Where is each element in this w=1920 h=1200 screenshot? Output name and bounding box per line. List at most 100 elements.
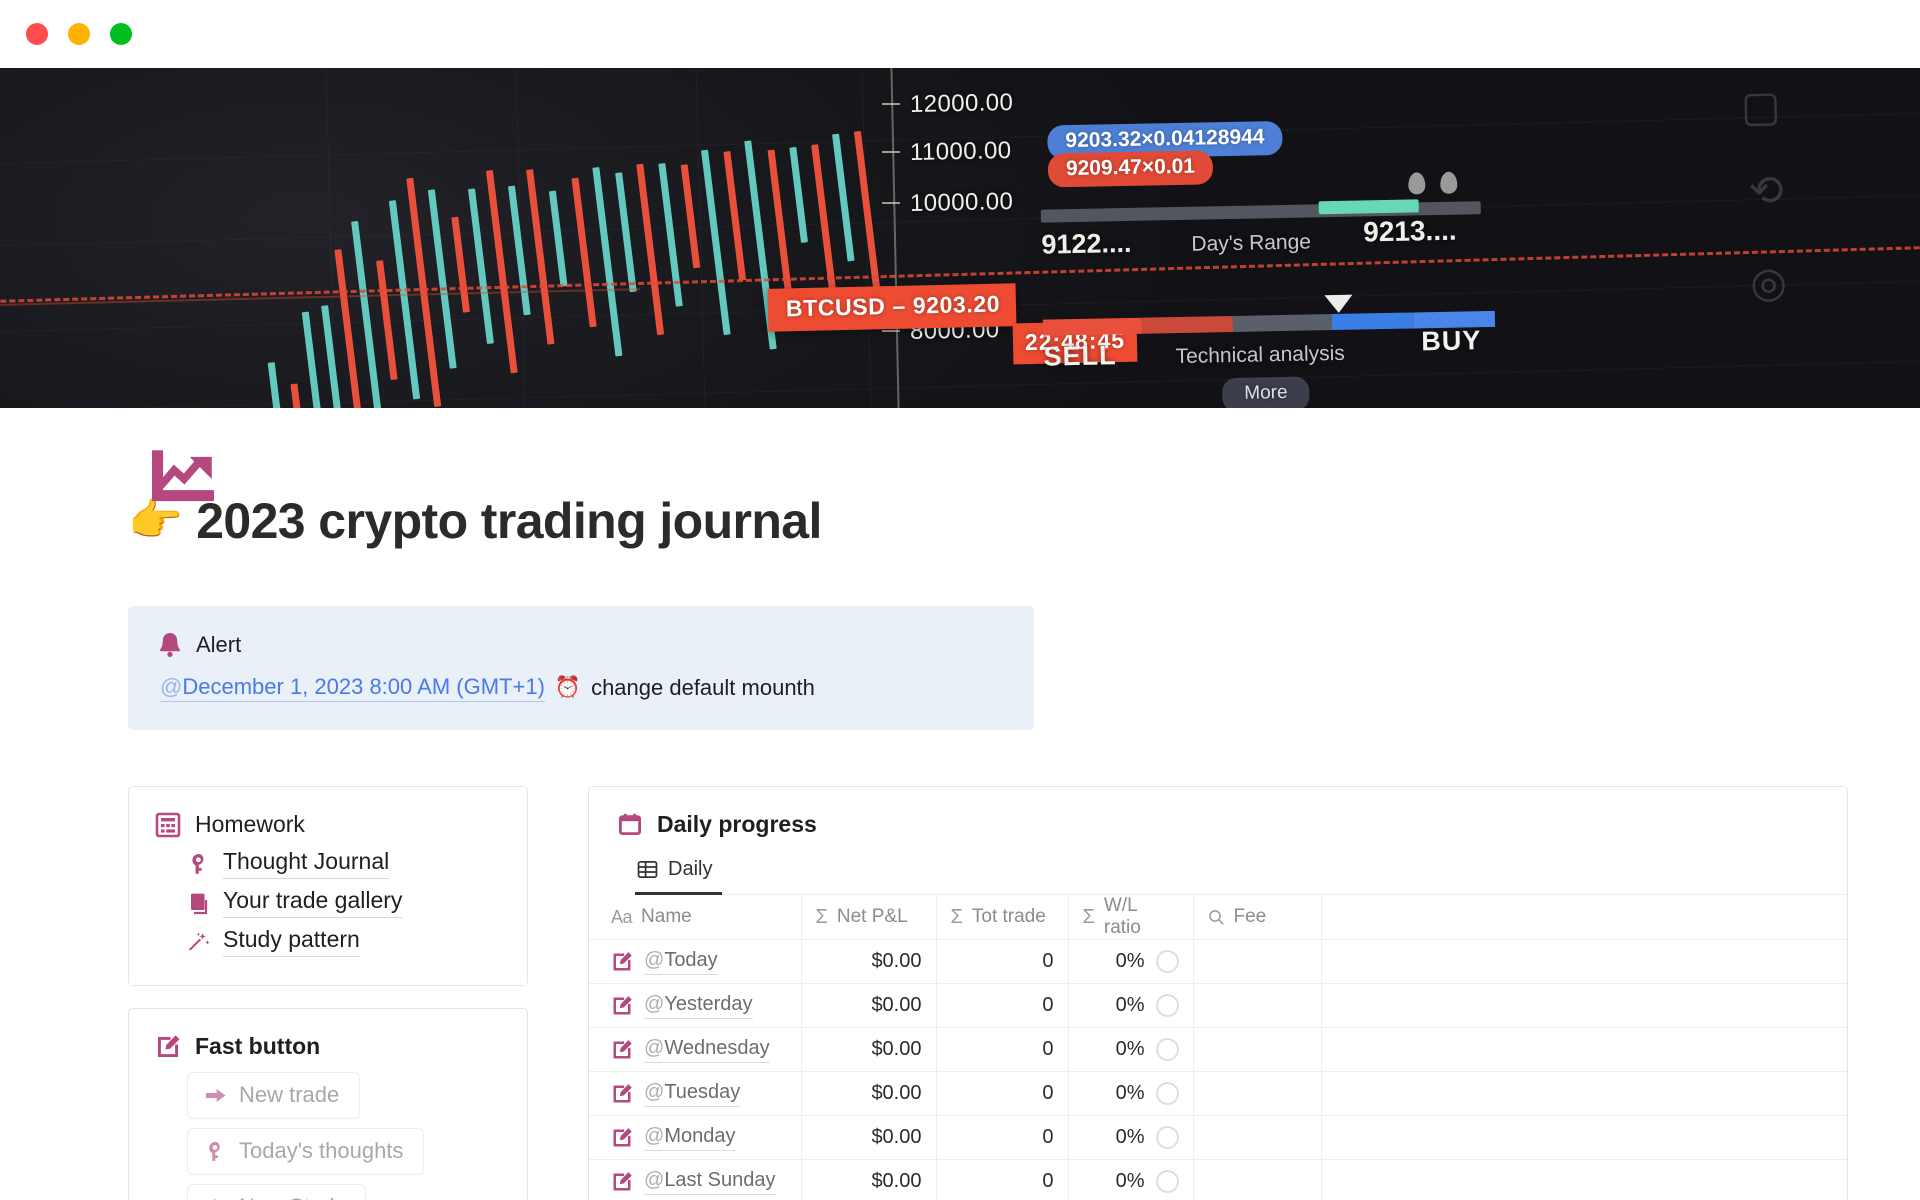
cell-fee[interactable] [1193, 1071, 1322, 1116]
mention-at-sign: @ [644, 992, 665, 1015]
days-range-low: 9122.... [1041, 227, 1132, 260]
table-row[interactable]: @Wednesday $0.00 0 0% [589, 1027, 1847, 1072]
table-row[interactable]: @Today $0.00 0 0% [589, 939, 1847, 984]
homework-link-trade-gallery[interactable]: Your trade gallery [187, 887, 501, 918]
daily-progress-table: Aa Name Σ Net P&L Σ Tot trade Σ W/L ratio [589, 895, 1847, 1200]
edit-square-icon [613, 1171, 632, 1190]
cell-wl-ratio[interactable]: 0% [1068, 1159, 1194, 1200]
progress-ring-icon [1155, 1170, 1179, 1193]
price-tag-symbol: BTCUSD – 9203.20 [767, 283, 1017, 332]
cell-wl-ratio[interactable]: 0% [1068, 1115, 1194, 1160]
cell-tot-trade[interactable]: 0 [936, 1159, 1069, 1200]
cell-fee[interactable] [1193, 939, 1322, 984]
cell-fee[interactable] [1193, 983, 1322, 1028]
minimize-window-button[interactable] [68, 23, 90, 45]
magnifier-icon [1208, 909, 1224, 925]
edit-square-icon [613, 995, 632, 1014]
cell-fee[interactable] [1193, 1159, 1322, 1200]
todays-thoughts-button[interactable]: Today's thoughts [187, 1128, 425, 1175]
buy-label: BUY [1421, 325, 1482, 357]
page-content: 👉 2023 crypto trading journal Alert @Dec… [0, 450, 1920, 1200]
cell-empty [1321, 939, 1847, 984]
cell-wl-ratio[interactable]: 0% [1068, 1071, 1194, 1116]
wl-ratio-value: 0% [1115, 1038, 1145, 1060]
mention-date-text: December 1, 2023 8:00 AM (GMT+1) [182, 674, 545, 699]
new-trade-button[interactable]: New trade [187, 1072, 361, 1119]
column-header-label: Name [641, 906, 692, 927]
cell-name[interactable]: @Today [589, 939, 802, 984]
row-mention-link[interactable]: @Yesterday [644, 993, 753, 1019]
date-mention-link[interactable]: @December 1, 2023 8:00 AM (GMT+1) [160, 674, 545, 702]
cell-net-pl[interactable]: $0.00 [801, 1115, 937, 1160]
row-name-text: Tuesday [664, 1080, 741, 1103]
cell-wl-ratio[interactable]: 0% [1068, 1027, 1194, 1072]
chart-increasing-icon[interactable] [146, 448, 220, 510]
cell-tot-trade[interactable]: 0 [936, 1115, 1069, 1160]
alert-callout: Alert @December 1, 2023 8:00 AM (GMT+1) … [128, 606, 1034, 730]
maximize-window-button[interactable] [110, 23, 132, 45]
cell-empty [1321, 983, 1847, 1028]
column-header-net-pl[interactable]: Σ Net P&L [801, 895, 937, 940]
cell-name[interactable]: @Last Sunday [589, 1159, 802, 1200]
person-head-icon [209, 1141, 220, 1161]
range-marker-pin-icon [1440, 171, 1458, 194]
cell-tot-trade[interactable]: 0 [936, 983, 1069, 1028]
refresh-icon: ⟲ [1748, 166, 1785, 215]
column-header-name[interactable]: Aa Name [589, 895, 802, 940]
settings-icon: ◎ [1749, 258, 1788, 307]
bookmark-icon: ▢ [1740, 82, 1782, 131]
mention-at-sign: @ [644, 1168, 665, 1191]
table-row[interactable]: @Last Sunday $0.00 0 0% [589, 1159, 1847, 1200]
tab-daily-label: Daily [668, 858, 713, 880]
homework-link-study-pattern[interactable]: Study pattern [187, 926, 501, 957]
calendar-icon [619, 813, 642, 835]
new-trade-label: New trade [239, 1082, 340, 1107]
cell-name[interactable]: @Tuesday [589, 1071, 802, 1116]
close-window-button[interactable] [26, 23, 48, 45]
cell-fee[interactable] [1193, 1027, 1322, 1072]
days-range-fill [1318, 199, 1419, 215]
homework-link-thought-journal[interactable]: Thought Journal [187, 848, 501, 879]
cell-wl-ratio[interactable]: 0% [1068, 939, 1194, 984]
page-title: 👉 2023 crypto trading journal [128, 492, 1920, 550]
cell-net-pl[interactable]: $0.00 [801, 983, 937, 1028]
cell-name[interactable]: @Wednesday [589, 1027, 802, 1072]
table-body: @Today $0.00 0 0% @Yesterday $0.00 0 0% … [589, 939, 1847, 1200]
cell-net-pl[interactable]: $0.00 [801, 939, 937, 984]
row-mention-link[interactable]: @Tuesday [644, 1080, 741, 1107]
table-row[interactable]: @Yesterday $0.00 0 0% [589, 983, 1847, 1028]
cell-net-pl[interactable]: $0.00 [801, 1159, 937, 1200]
cell-net-pl[interactable]: $0.00 [801, 1071, 937, 1116]
row-mention-link[interactable]: @Monday [644, 1125, 736, 1151]
right-column: Daily progress Daily Aa Name Σ Net P&L Σ… [588, 786, 1848, 1200]
tab-daily[interactable]: Daily [635, 856, 723, 895]
content-columns: Homework Thought Journal Your trade gall… [128, 786, 1920, 1200]
more-button[interactable]: More [1221, 376, 1310, 408]
row-mention-link[interactable]: @Wednesday [644, 1037, 770, 1063]
cell-name[interactable]: @Yesterday [589, 983, 802, 1028]
cell-net-pl[interactable]: $0.00 [801, 1027, 937, 1072]
column-header-tot-trade[interactable]: Σ Tot trade [936, 895, 1069, 940]
cell-tot-trade[interactable]: 0 [936, 1027, 1069, 1072]
new-study-button[interactable]: New Study [187, 1184, 367, 1200]
cell-tot-trade[interactable]: 0 [936, 939, 1069, 984]
table-row[interactable]: @Tuesday $0.00 0 0% [589, 1071, 1847, 1116]
cell-tot-trade[interactable]: 0 [936, 1071, 1069, 1116]
cell-fee[interactable] [1193, 1115, 1322, 1160]
cell-name[interactable]: @Monday [589, 1115, 802, 1160]
table-row[interactable]: @Monday $0.00 0 0% [589, 1115, 1847, 1160]
trading-panel: 9203.32×0.04128944 9209.47×0.01 9122....… [1020, 68, 1920, 408]
column-header-wl-ratio[interactable]: Σ W/L ratio [1068, 895, 1194, 940]
row-mention-link[interactable]: @Today [644, 949, 718, 975]
person-head-icon [192, 853, 204, 874]
homework-header: Homework [155, 811, 501, 838]
cell-wl-ratio[interactable]: 0% [1068, 983, 1194, 1028]
row-mention-link[interactable]: @Last Sunday [644, 1169, 776, 1195]
homework-links: Thought Journal Your trade gallery Study… [187, 848, 501, 957]
column-header-fee[interactable]: Fee [1193, 895, 1322, 940]
traffic-lights [26, 23, 132, 45]
wl-ratio-value: 0% [1115, 1082, 1145, 1104]
table-view-icon [637, 861, 658, 878]
axis-tick-label: 12000.00 [909, 89, 1014, 118]
column-header-add[interactable] [1321, 895, 1847, 940]
